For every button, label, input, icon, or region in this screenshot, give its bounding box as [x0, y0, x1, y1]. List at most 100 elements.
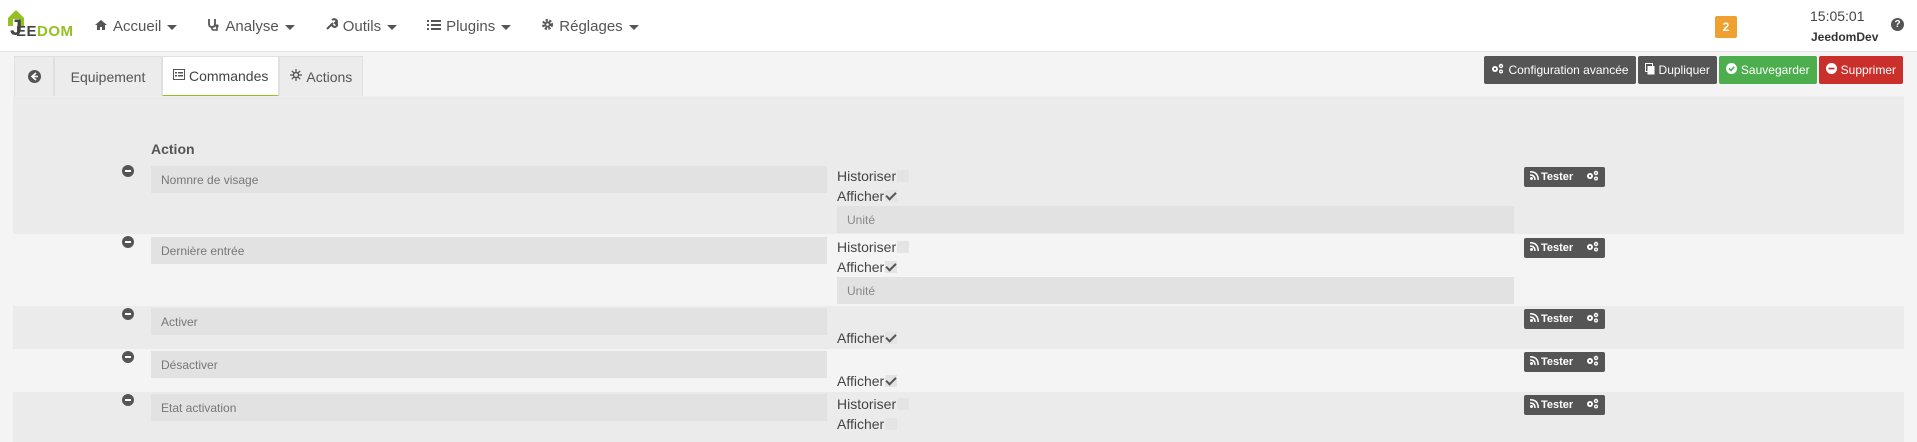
remove-command-icon[interactable]: [122, 351, 134, 363]
duplicate-label: Dupliquer: [1658, 63, 1710, 77]
cogs-icon: [1491, 63, 1504, 77]
checkbox-box[interactable]: [885, 375, 898, 387]
tab-equipement[interactable]: Equipement: [54, 56, 162, 97]
tester-label: Tester: [1541, 171, 1574, 183]
clock: 15:05:01: [1810, 8, 1865, 24]
asterisk-icon: [290, 69, 303, 84]
cogs-icon[interactable]: [1586, 170, 1599, 184]
tester-button[interactable]: Tester: [1524, 352, 1605, 372]
nav-reglages-label: Réglages: [559, 17, 623, 35]
afficher-label: Afficher: [837, 259, 885, 275]
afficher-label: Afficher: [837, 330, 885, 346]
rss-icon: [1529, 242, 1539, 254]
unit-input[interactable]: Unité: [837, 277, 1514, 304]
remove-command-icon[interactable]: [122, 308, 134, 320]
rss-icon: [1529, 399, 1539, 411]
historiser-label: Historiser: [837, 396, 897, 412]
tester-label: Tester: [1541, 242, 1574, 254]
logo-dom: DOM: [37, 23, 74, 40]
logo-j: J: [10, 15, 23, 40]
delete-label: Supprimer: [1840, 63, 1896, 77]
tester-label: Tester: [1541, 313, 1574, 325]
remove-command-icon[interactable]: [122, 236, 134, 248]
delete-button[interactable]: Supprimer: [1818, 56, 1903, 84]
afficher-label: Afficher: [837, 373, 885, 389]
checkbox-box[interactable]: [897, 398, 910, 410]
tab-equipement-label: Equipement: [70, 68, 146, 85]
help-icon[interactable]: ?: [1891, 18, 1904, 31]
nav-analyse[interactable]: Analyse: [207, 17, 295, 35]
chevron-down-icon: [628, 24, 639, 30]
jeedom-logo[interactable]: J EEDOM: [4, 8, 76, 40]
list-alt-icon: [173, 69, 185, 83]
arrow-left-circle-icon: [27, 70, 41, 83]
main-menu: Accueil Analyse Outils Plugins Réglages: [94, 0, 669, 52]
nav-accueil-label: Accueil: [113, 17, 162, 35]
nav-accueil[interactable]: Accueil: [94, 17, 178, 35]
save-button[interactable]: Sauvegarder: [1718, 56, 1817, 84]
historiser-label: Historiser: [837, 239, 897, 255]
cogs-icon[interactable]: [1586, 398, 1599, 412]
minus-circle-icon: [1825, 63, 1837, 77]
command-name-input[interactable]: Désactiver: [151, 351, 827, 378]
tester-button[interactable]: Tester: [1524, 167, 1605, 187]
table-header-band: [13, 97, 1904, 161]
remove-command-icon[interactable]: [122, 394, 134, 406]
chevron-down-icon: [501, 24, 512, 30]
save-label: Sauvegarder: [1740, 63, 1810, 77]
nav-analyse-label: Analyse: [225, 17, 279, 35]
afficher-checkbox[interactable]: Afficher: [837, 188, 898, 204]
afficher-checkbox[interactable]: Afficher: [837, 259, 898, 275]
cogs-icon[interactable]: [1586, 241, 1599, 255]
advanced-config-button[interactable]: Configuration avancée: [1484, 56, 1636, 84]
nav-reglages[interactable]: Réglages: [541, 17, 639, 35]
historiser-checkbox[interactable]: Historiser: [837, 168, 910, 184]
advanced-config-label: Configuration avancée: [1508, 63, 1629, 77]
list-icon: [427, 19, 442, 34]
copy-icon: [1644, 62, 1655, 78]
tester-button[interactable]: Tester: [1524, 238, 1605, 258]
action-toolbar: Configuration avancée Dupliquer Sauvegar…: [1484, 56, 1903, 84]
tab-actions[interactable]: Actions: [279, 56, 364, 97]
rss-icon: [1529, 356, 1539, 368]
command-name-input[interactable]: Nomnre de visage: [151, 166, 827, 193]
cogs-icon[interactable]: [1586, 312, 1599, 326]
afficher-checkbox[interactable]: Afficher: [837, 373, 898, 389]
historiser-checkbox[interactable]: Historiser: [837, 239, 910, 255]
checkbox-box[interactable]: [885, 261, 898, 273]
rss-icon: [1529, 171, 1539, 183]
nav-plugins-label: Plugins: [446, 17, 496, 35]
username[interactable]: JeedomDev: [1811, 30, 1878, 44]
cogs-icon[interactable]: [1586, 355, 1599, 369]
checkbox-box[interactable]: [897, 170, 910, 182]
tab-actions-label: Actions: [306, 68, 353, 85]
back-button[interactable]: [14, 56, 54, 97]
command-name-input[interactable]: Activer: [151, 308, 827, 335]
command-name-input[interactable]: Etat activation: [151, 394, 827, 421]
chevron-down-icon: [284, 24, 295, 30]
chevron-down-icon: [387, 24, 398, 30]
afficher-checkbox[interactable]: Afficher: [837, 330, 898, 346]
checkbox-box[interactable]: [897, 241, 910, 253]
afficher-checkbox[interactable]: Afficher: [837, 416, 898, 432]
checkbox-box[interactable]: [885, 332, 898, 344]
duplicate-button[interactable]: Dupliquer: [1637, 56, 1717, 84]
home-icon: [94, 19, 108, 34]
tester-label: Tester: [1541, 399, 1574, 411]
tester-button[interactable]: Tester: [1524, 395, 1605, 415]
notification-badge[interactable]: 2: [1715, 16, 1737, 38]
historiser-label: Historiser: [837, 168, 897, 184]
tester-button[interactable]: Tester: [1524, 309, 1605, 329]
tab-commandes[interactable]: Commandes: [162, 56, 280, 97]
check-circle-icon: [1725, 63, 1737, 77]
checkbox-box[interactable]: [885, 190, 898, 202]
afficher-label: Afficher: [837, 188, 885, 204]
nav-outils-label: Outils: [342, 17, 382, 35]
historiser-checkbox[interactable]: Historiser: [837, 396, 910, 412]
nav-outils[interactable]: Outils: [325, 17, 398, 35]
remove-command-icon[interactable]: [122, 165, 134, 177]
unit-input[interactable]: Unité: [837, 206, 1514, 233]
nav-plugins[interactable]: Plugins: [427, 17, 512, 35]
checkbox-box[interactable]: [885, 418, 898, 430]
command-name-input[interactable]: Dernière entrée: [151, 237, 827, 264]
